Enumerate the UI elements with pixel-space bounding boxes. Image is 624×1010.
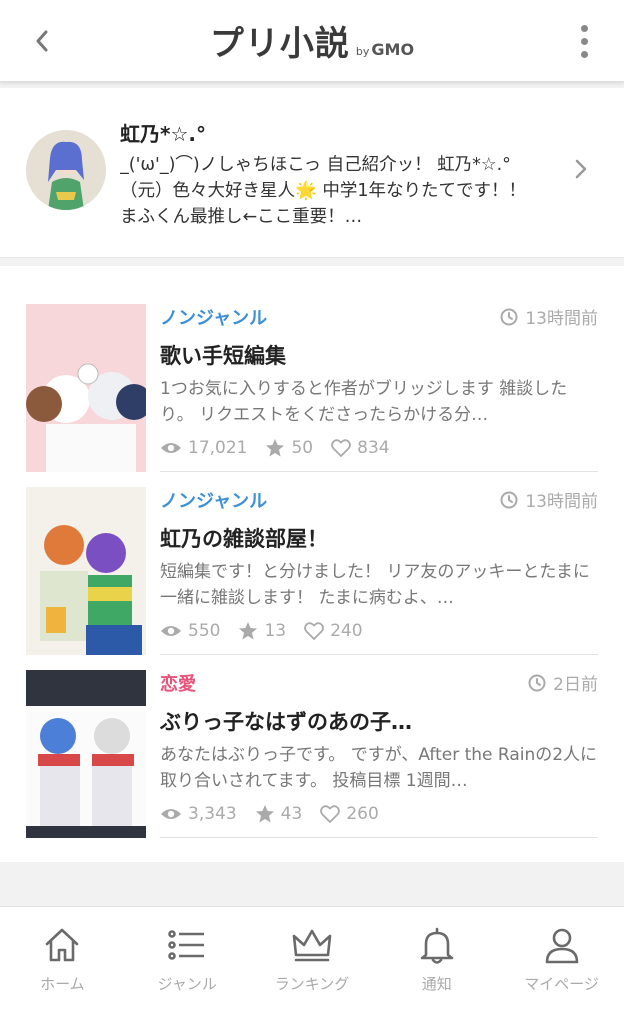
more-vertical-icon [580,24,588,32]
novel-info: ノンジャンル 13時間前 歌い手短編集 1つお気に入りすると作者がブリッジします… [160,304,598,472]
updated-time: 13時間前 [499,487,598,512]
tab-home-label: ホーム [40,975,85,993]
logo-brand: GMO [371,40,415,59]
novel-cover-image [26,487,146,655]
heart-icon [331,439,352,457]
home-icon [46,928,79,962]
eye-icon [161,626,181,636]
tab-ranking[interactable]: ランキング [250,907,375,1010]
like-count: 240 [304,621,363,641]
clock-refresh-icon [528,674,546,691]
clock-refresh-icon [500,491,518,508]
updated-time: 13時間前 [499,304,598,329]
like-count: 834 [331,438,390,458]
bell-icon [420,927,454,964]
tab-notifications-label: 通知 [421,975,452,993]
novel-stats: 17,021 50 834 [160,438,408,458]
star-icon [255,805,274,823]
novel-info: 恋愛 2日前 ぶりっ子なはずのあの子… あなたはぶりっ子です。 ですが、Afte… [160,670,598,838]
view-count: 17,021 [160,438,247,458]
view-count: 550 [160,621,220,641]
tab-mypage-label: マイページ [524,975,599,993]
chevron-left-icon [36,30,48,52]
eye-icon [161,443,181,453]
tab-home[interactable]: ホーム [0,907,125,1010]
logo-text: プリ小説 [209,24,350,64]
more-menu-button[interactable] [574,22,594,60]
eye-icon [161,809,181,819]
novel-description: 短編集です！と分けました！ リア友のアッキーとたまに一緒に雑談します！ たまに病… [160,562,590,608]
updated-time: 2日前 [527,670,598,695]
app-logo[interactable]: プリ小説 by GMO [210,16,414,65]
time-text: 2日前 [553,675,598,695]
novel-description: 1つお気に入りすると作者がブリッジします 雑談したり。 リクエストをくださったら… [160,379,568,425]
star-icon [266,439,285,457]
tab-mypage[interactable]: マイページ [499,907,624,1010]
tab-ranking-label: ランキング [274,975,350,993]
novel-list-item[interactable]: ノンジャンル 13時間前 歌い手短編集 1つお気に入りすると作者がブリッジします… [0,304,624,472]
author-bio: _('ω'_)⌒)ノしゃちほこっ 自己紹介ッ！ 虹乃*☆.°（元）色々大好き星人… [120,155,526,227]
genre-label[interactable]: ノンジャンル [160,487,267,513]
chevron-right-icon [574,158,588,184]
novel-list-item[interactable]: 恋愛 2日前 ぶりっ子なはずのあの子… あなたはぶりっ子です。 ですが、Afte… [0,670,624,838]
novel-description: あなたはぶりっ子です。 ですが、After the Rainの2人に取り合いされ… [160,745,598,791]
list-icon [168,930,205,960]
crown-icon [292,929,332,962]
logo-by: by [355,45,370,58]
star-icon [239,622,258,640]
bottom-tab-bar: ホーム ジャンル ランキング 通知 マイページ [0,906,624,1010]
clock-refresh-icon [500,308,518,325]
view-count: 3,343 [160,804,237,824]
user-icon [545,928,578,964]
novel-list: ノンジャンル 13時間前 歌い手短編集 1つお気に入りすると作者がブリッジします… [0,266,624,862]
novel-stats: 550 13 240 [160,621,381,641]
time-text: 13時間前 [525,309,598,329]
like-count: 260 [320,804,379,824]
avatar [26,130,106,210]
tab-genre[interactable]: ジャンル [125,907,250,1010]
heart-icon [304,622,324,640]
novel-title: ぶりっ子なはずのあの子… [160,710,412,734]
star-count: 50 [265,438,313,458]
tab-genre-label: ジャンル [157,975,217,993]
novel-stats: 3,343 43 260 [160,804,397,824]
author-name: 虹乃*☆.° [120,122,206,146]
author-profile-card[interactable]: 虹乃*☆.° _('ω'_)⌒)ノしゃちほこっ 自己紹介ッ！ 虹乃*☆.°（元）… [0,88,624,258]
novel-cover-image [26,304,146,472]
time-text: 13時間前 [525,492,598,512]
novel-list-item[interactable]: ノンジャンル 13時間前 虹乃の雑談部屋！ 短編集です！と分けました！ リア友の… [0,487,624,655]
heart-icon [320,805,341,823]
genre-label[interactable]: 恋愛 [160,670,196,696]
app-header: プリ小説 by GMO [0,0,624,82]
genre-label[interactable]: ノンジャンル [160,304,267,330]
tab-notifications[interactable]: 通知 [374,907,499,1010]
novel-info: ノンジャンル 13時間前 虹乃の雑談部屋！ 短編集です！と分けました！ リア友の… [160,487,598,655]
novel-cover-image [26,670,146,838]
novel-title: 歌い手短編集 [160,344,286,368]
star-count: 13 [238,621,286,641]
star-count: 43 [255,804,302,824]
back-button[interactable] [24,22,60,60]
novel-title: 虹乃の雑談部屋！ [160,527,328,551]
